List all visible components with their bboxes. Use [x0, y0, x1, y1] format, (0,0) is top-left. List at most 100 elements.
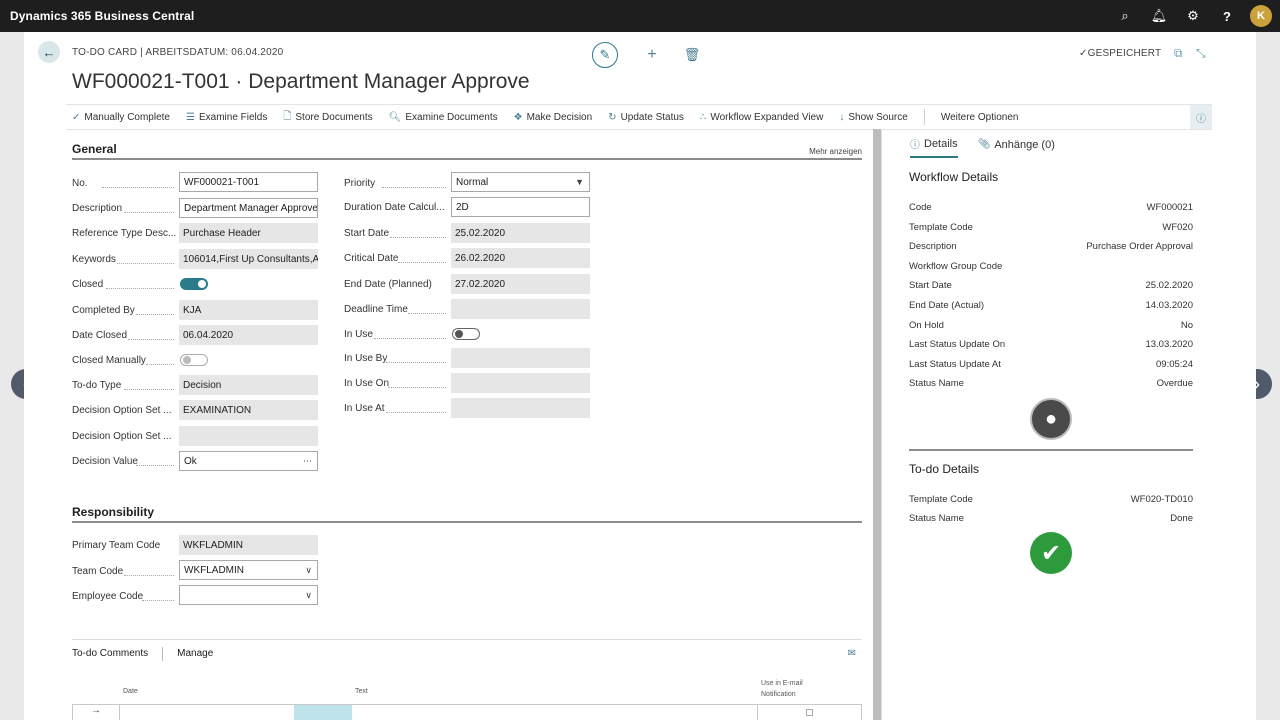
page-title: WF000021-T001 · Department Manager Appro…: [72, 70, 530, 93]
workflow-detail-row: Last Status Update On 13.03.2020: [909, 339, 1193, 350]
start-date-label: Start Date: [344, 228, 390, 239]
in-use-at-field: [451, 398, 590, 418]
trash-icon: 🗑︎: [683, 47, 701, 62]
leader-dots: [106, 288, 174, 289]
examine-fields-button[interactable]: ☰ Examine Fields: [186, 112, 267, 123]
keywords-field: 106014,First Up Consultants,A...: [179, 249, 318, 269]
decision-option-set-label: Decision Option Set ...: [72, 405, 172, 416]
manually-complete-button[interactable]: ✓ Manually Complete: [72, 112, 170, 123]
in-use-label: In Use: [344, 329, 373, 340]
in-use-toggle[interactable]: [452, 328, 480, 340]
content-scrollbar[interactable]: [873, 129, 881, 720]
tab-attachments[interactable]: 📎︎ Anhänge (0): [978, 136, 1055, 158]
in-use-by-label: In Use By: [344, 353, 388, 364]
make-decision-button[interactable]: ❖ Make Decision: [514, 112, 593, 123]
fields-icon: ☰: [186, 111, 195, 123]
new-button[interactable]: +: [632, 46, 672, 64]
decision-value-field[interactable]: Ok ⋯: [179, 451, 318, 471]
refresh-icon: ↻: [608, 111, 617, 123]
primary-team-code-field: WKFLADMIN: [179, 535, 318, 555]
more-options-button[interactable]: Weitere Optionen: [941, 112, 1019, 123]
column-divider: [757, 705, 758, 720]
tab-details[interactable]: ⓘ Details: [910, 136, 958, 158]
comments-separator: [162, 646, 164, 661]
start-date-field: 25.02.2020: [451, 223, 590, 243]
expand-subpage-icon[interactable]: ✉: [848, 648, 856, 659]
email-notification-column-header[interactable]: Use in E-mail Notification: [761, 678, 803, 700]
delete-button[interactable]: 🗑︎: [672, 47, 712, 63]
deadline-time-label: Deadline Time: [344, 304, 408, 315]
date-column-header[interactable]: Date: [123, 688, 138, 695]
end-date-planned-label: End Date (Planned): [344, 279, 432, 290]
update-status-button[interactable]: ↻ Update Status: [608, 112, 684, 123]
bell-icon[interactable]: 🔔︎: [1142, 0, 1176, 32]
duration-date-field[interactable]: 2D: [451, 197, 590, 217]
leader-dots: [124, 575, 174, 576]
overdue-bomb-icon: ●: [1030, 398, 1072, 440]
workflow-details-title: Workflow Details: [909, 170, 999, 184]
date-closed-label: Date Closed: [72, 330, 128, 341]
workflow-expanded-view-button[interactable]: ∴ Workflow Expanded View: [700, 112, 823, 123]
general-section-title[interactable]: General: [72, 142, 117, 156]
text-column-header[interactable]: Text: [355, 688, 368, 695]
reference-type-label: Reference Type Desc...: [72, 228, 177, 239]
avatar[interactable]: K: [1250, 5, 1272, 27]
back-button[interactable]: ←: [38, 41, 60, 63]
lookup-icon[interactable]: ⋯: [303, 456, 312, 467]
workflow-detail-row: End Date (Actual) 14.03.2020: [909, 300, 1193, 311]
factbox-toggle-button[interactable]: ⓘ: [1190, 105, 1212, 129]
responsibility-section-title[interactable]: Responsibility: [72, 505, 154, 519]
info-icon: ⓘ: [910, 140, 920, 151]
pencil-icon: ✎: [599, 47, 611, 62]
completed-by-field: KJA: [179, 300, 318, 320]
description-field[interactable]: Department Manager Approve: [179, 198, 318, 218]
use-in-email-checkbox[interactable]: [806, 709, 813, 716]
row-arrow-icon: →: [91, 705, 101, 716]
document-icon: 🗋︎: [283, 110, 292, 122]
workflow-detail-row: On Hold No: [909, 320, 1193, 331]
selected-cell[interactable]: [294, 705, 352, 720]
collapse-icon[interactable]: ⤡: [1196, 46, 1206, 61]
team-code-select[interactable]: WKFLADMIN ∨: [179, 560, 318, 580]
help-icon[interactable]: ?: [1210, 0, 1244, 32]
closed-manually-toggle: [180, 354, 208, 366]
description-label: Description: [72, 203, 123, 214]
in-use-on-field: [451, 373, 590, 393]
leader-dots: [136, 465, 174, 466]
examine-documents-button[interactable]: 🔍︎ Examine Documents: [389, 112, 498, 123]
search-icon[interactable]: ⌕: [1108, 0, 1142, 32]
show-source-button[interactable]: ↓ Show Source: [839, 112, 907, 123]
closed-toggle[interactable]: [180, 278, 208, 290]
no-field[interactable]: WF000021-T001: [179, 172, 318, 192]
closed-manually-label: Closed Manually: [72, 355, 146, 366]
leader-dots: [136, 314, 174, 315]
done-checkmark-icon: ✔: [1030, 532, 1072, 574]
closed-label: Closed: [72, 279, 104, 290]
leader-dots: [386, 362, 446, 363]
todo-comments-title[interactable]: To-do Comments: [72, 648, 148, 659]
show-more-link[interactable]: Mehr anzeigen: [809, 147, 862, 156]
leader-dots: [117, 263, 174, 264]
manage-button[interactable]: Manage: [177, 648, 213, 659]
saved-status: ✓GESPEICHERT: [1079, 48, 1162, 59]
leader-dots: [128, 339, 174, 340]
edit-button[interactable]: ✎: [592, 42, 618, 68]
todo-type-label: To-do Type: [72, 380, 122, 391]
open-new-window-icon[interactable]: ⧉: [1174, 46, 1183, 61]
chevron-down-icon: ∨: [305, 564, 312, 575]
leader-dots: [390, 237, 446, 238]
gear-icon[interactable]: ⚙: [1176, 0, 1210, 32]
employee-code-select[interactable]: ∨: [179, 585, 318, 605]
leader-dots: [386, 412, 446, 413]
todo-comments-bar: To-do Comments Manage ✉: [72, 639, 862, 667]
deadline-time-field: [451, 299, 590, 319]
workflow-detail-row: Workflow Group Code: [909, 261, 1003, 272]
factbox-section-divider: [909, 449, 1193, 451]
app-title[interactable]: Dynamics 365 Business Central: [10, 9, 194, 23]
comment-row[interactable]: →: [72, 704, 862, 720]
priority-select[interactable]: Normal ▼: [451, 172, 590, 192]
workflow-detail-row: Last Status Update At 09:05:24: [909, 359, 1193, 370]
store-documents-button[interactable]: 🗋︎ Store Documents: [283, 109, 372, 126]
priority-label: Priority: [344, 178, 376, 189]
top-bar: Dynamics 365 Business Central ⌕ 🔔︎ ⚙ ? K: [0, 0, 1280, 32]
